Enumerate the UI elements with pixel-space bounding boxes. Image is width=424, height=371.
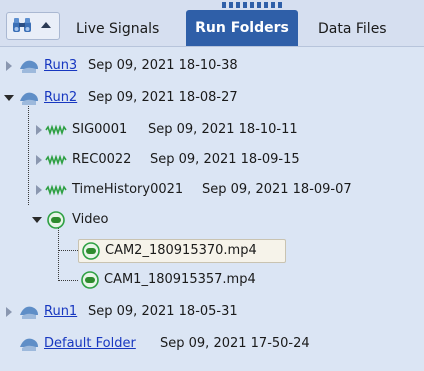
tree-node-signal-timehistory0021[interactable]: TimeHistory0021 Sep 09, 2021 18-09-07 [30,179,424,201]
run-folder-icon [20,306,38,319]
signal-name: TimeHistory0021 [72,182,184,197]
run-folder-tree: Run3 Sep 09, 2021 18-10-38 Run2 Sep 09, … [0,47,424,371]
tab-drag-indicator [222,2,282,8]
collapse-arrow-icon[interactable] [32,217,42,223]
search-dropdown-button[interactable] [6,12,60,40]
tree-node-video-file-cam2[interactable]: CAM2_180915370.mp4 [78,239,286,263]
video-camera-icon [47,211,65,229]
tab-live-signals[interactable]: Live Signals [66,12,198,46]
tree-node-run2[interactable]: Run2 Sep 09, 2021 18-08-27 [0,87,424,109]
tree-node-video-file-cam1[interactable]: CAM1_180915357.mp4 [78,269,284,291]
tree-node-signal-sig0001[interactable]: SIG0001 Sep 09, 2021 18-10-11 [30,119,410,141]
run-folder-icon [20,338,38,351]
expand-arrow-icon[interactable] [36,155,42,165]
signal-timestamp: Sep 09, 2021 18-09-15 [150,152,300,167]
run-link[interactable]: Run1 [44,301,77,323]
folder-name: Video [72,212,109,227]
tree-connector [58,250,78,251]
signal-timestamp: Sep 09, 2021 18-09-07 [202,182,352,197]
video-file-icon [81,271,99,289]
tree-node-run3[interactable]: Run3 Sep 09, 2021 18-10-38 [0,55,424,77]
tree-node-video-folder[interactable]: Video [30,209,230,231]
expand-arrow-icon[interactable] [6,61,12,71]
expand-arrow-icon[interactable] [36,185,42,195]
folder-timestamp: Sep 09, 2021 17-50-24 [160,336,310,351]
run-timestamp: Sep 09, 2021 18-10-38 [88,58,238,73]
run-timestamp: Sep 09, 2021 18-05-31 [88,304,238,319]
run-folder-icon [20,60,38,73]
binoculars-icon [13,18,31,32]
tree-node-run1[interactable]: Run1 Sep 09, 2021 18-05-31 [0,301,424,323]
tree-connector [58,280,78,281]
signal-wave-icon [45,154,67,166]
signal-wave-icon [45,124,67,136]
default-folder-link[interactable]: Default Folder [44,333,136,355]
run-folder-icon [20,92,38,105]
signal-name: REC0022 [72,152,132,167]
run-timestamp: Sep 09, 2021 18-08-27 [88,90,238,105]
video-file-icon [82,242,100,260]
run-link[interactable]: Run2 [44,87,77,109]
run-link[interactable]: Run3 [44,55,77,77]
dropdown-arrow-icon[interactable] [41,22,51,28]
file-name: CAM2_180915370.mp4 [105,243,257,258]
expand-arrow-icon[interactable] [36,125,42,135]
expand-arrow-icon[interactable] [6,307,12,317]
signal-wave-icon [45,184,67,196]
toolbar: Live Signals Run Folders Data Files [0,0,424,47]
tab-run-folders[interactable]: Run Folders [186,10,298,46]
signal-name: SIG0001 [72,122,128,137]
tree-node-default-folder[interactable]: Default Folder Sep 09, 2021 17-50-24 [0,333,424,355]
tree-connector [28,103,29,205]
tab-data-files[interactable]: Data Files [308,12,424,46]
file-name: CAM1_180915357.mp4 [104,272,256,287]
collapse-arrow-icon[interactable] [4,95,14,101]
signal-timestamp: Sep 09, 2021 18-10-11 [148,122,298,137]
tree-node-signal-rec0022[interactable]: REC0022 Sep 09, 2021 18-09-15 [30,149,410,171]
